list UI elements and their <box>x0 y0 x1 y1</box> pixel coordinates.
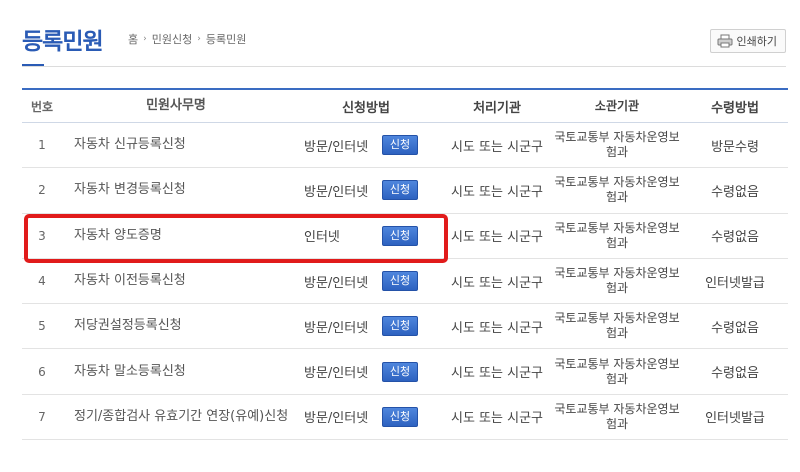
receive-method: 인터넷발급 <box>705 275 765 291</box>
application-method: 방문/인터넷 신청 <box>290 316 442 337</box>
row-number: 2 <box>38 183 46 198</box>
method-text: 방문/인터넷 <box>304 184 369 200</box>
receive-method: 방문수령 <box>711 139 759 155</box>
processing-agency: 시도 또는 시군구 <box>451 320 543 336</box>
table-row: 3 자동차 양도증명 인터넷 신청 시도 또는 시군구 국토교통부 자동차운영보험과 수령없… <box>22 214 788 259</box>
receive-method: 수령없음 <box>711 230 759 246</box>
responsible-department: 국토교통부 자동차운영보험과 <box>554 266 680 296</box>
processing-agency: 시도 또는 시군구 <box>451 230 543 246</box>
print-button[interactable]: 인쇄하기 <box>709 29 786 53</box>
row-number: 3 <box>38 228 46 243</box>
apply-button[interactable]: 신청 <box>382 406 418 427</box>
apply-button[interactable]: 신청 <box>382 316 418 337</box>
apply-button[interactable]: 신청 <box>382 135 418 156</box>
application-method: 방문/인터넷 신청 <box>290 135 442 156</box>
breadcrumb-home[interactable]: 홈 <box>128 31 138 47</box>
column-header-service-name: 민원사무명 <box>146 98 206 113</box>
processing-agency: 시도 또는 시군구 <box>451 411 543 427</box>
application-method: 방문/인터넷 신청 <box>290 406 442 427</box>
column-header-receive: 수령방법 <box>711 100 759 116</box>
service-name-link[interactable]: 자동차 양도증명 <box>62 228 290 244</box>
row-number: 1 <box>38 138 46 153</box>
breadcrumb-civil-apply[interactable]: 민원신청 <box>152 31 192 47</box>
responsible-department: 국토교통부 자동차운영보험과 <box>554 220 680 250</box>
service-name-link[interactable]: 자동차 변경등록신청 <box>62 182 290 198</box>
service-name-link[interactable]: 자동차 이전등록신청 <box>62 273 290 289</box>
responsible-department: 국토교통부 자동차운영보험과 <box>554 175 680 205</box>
table-row: 6 자동차 말소등록신청 방문/인터넷 신청 시도 또는 시군구 국토교통부 자동차운영보… <box>22 349 788 395</box>
processing-agency: 시도 또는 시군구 <box>451 184 543 200</box>
column-header-number: 번호 <box>30 99 54 114</box>
application-method: 방문/인터넷 신청 <box>290 271 442 292</box>
column-header-method: 신청방법 <box>342 100 390 116</box>
method-text: 인터넷 <box>304 230 340 246</box>
method-text: 방문/인터넷 <box>304 320 369 336</box>
table-header: 번호 민원사무명 신청방법 처리기관 소관기관 수령방법 <box>22 88 788 123</box>
column-header-department: 소관기관 <box>594 98 640 113</box>
table-row: 4 자동차 이전등록신청 방문/인터넷 신청 시도 또는 시군구 국토교통부 자동차운영보… <box>22 259 788 305</box>
table-row: 2 자동차 변경등록신청 방문/인터넷 신청 시도 또는 시군구 국토교통부 자동차운영보… <box>22 168 788 214</box>
printer-icon <box>717 34 733 48</box>
processing-agency: 시도 또는 시군구 <box>451 366 543 382</box>
application-method: 방문/인터넷 신청 <box>290 180 442 201</box>
method-text: 방문/인터넷 <box>304 275 369 291</box>
service-name-link[interactable]: 정기/종합검사 유효기간 연장(유예)신청 <box>62 409 290 425</box>
page-title: 등록민원 <box>22 29 104 55</box>
receive-method: 수령없음 <box>711 320 759 336</box>
apply-button[interactable]: 신청 <box>382 271 418 292</box>
apply-button[interactable]: 신청 <box>382 225 418 246</box>
row-number: 6 <box>38 364 46 379</box>
column-header-agency: 처리기관 <box>473 100 521 116</box>
application-method: 방문/인터넷 신청 <box>290 361 442 382</box>
header-divider <box>22 66 786 67</box>
service-name-link[interactable]: 자동차 말소등록신청 <box>62 364 290 380</box>
receive-method: 수령없음 <box>711 366 759 382</box>
table-row: 1 자동차 신규등록신청 방문/인터넷 신청 시도 또는 시군구 국토교통부 자동차운영보… <box>22 123 788 169</box>
method-text: 방문/인터넷 <box>304 139 369 155</box>
responsible-department: 국토교통부 자동차운영보험과 <box>554 356 680 386</box>
service-name-link[interactable]: 자동차 신규등록신청 <box>62 137 290 153</box>
apply-button[interactable]: 신청 <box>382 180 418 201</box>
apply-button[interactable]: 신청 <box>382 361 418 382</box>
row-number: 7 <box>38 409 46 424</box>
row-number: 5 <box>38 319 46 334</box>
application-method: 인터넷 신청 <box>290 225 442 246</box>
processing-agency: 시도 또는 시군구 <box>451 139 543 155</box>
method-text: 방문/인터넷 <box>304 366 369 382</box>
processing-agency: 시도 또는 시군구 <box>451 275 543 291</box>
print-label: 인쇄하기 <box>736 35 777 48</box>
chevron-right-icon: › <box>197 34 201 44</box>
receive-method: 수령없음 <box>711 184 759 200</box>
breadcrumb-current: 등록민원 <box>205 33 247 46</box>
receive-method: 인터넷발급 <box>705 411 765 427</box>
service-name-link[interactable]: 저당권설정등록신청 <box>62 318 290 334</box>
method-text: 방문/인터넷 <box>304 411 369 427</box>
row-number: 4 <box>38 274 46 289</box>
responsible-department: 국토교통부 자동차운영보험과 <box>554 311 680 341</box>
civil-service-table: 번호 민원사무명 신청방법 처리기관 소관기관 수령방법 1 자동차 신규등록신청… <box>22 88 788 441</box>
responsible-department: 국토교통부 자동차운영보험과 <box>554 130 680 160</box>
table-body: 1 자동차 신규등록신청 방문/인터넷 신청 시도 또는 시군구 국토교통부 자동차운영보… <box>22 123 788 441</box>
table-row: 5 저당권설정등록신청 방문/인터넷 신청 시도 또는 시군구 국토교통부 자동차운영보험… <box>22 304 788 350</box>
breadcrumb: 홈 › 민원신청 › 등록민원 <box>128 31 246 47</box>
page-header: 등록민원 홈 › 민원신청 › 등록민원 인쇄하기 <box>22 22 786 68</box>
chevron-right-icon: › <box>143 34 147 44</box>
responsible-department: 국토교통부 자동차운영보험과 <box>554 401 680 431</box>
table-row: 7 정기/종합검사 유효기간 연장(유예)신청 방문/인터넷 신청 시도 또는 시군구 국… <box>22 395 788 441</box>
